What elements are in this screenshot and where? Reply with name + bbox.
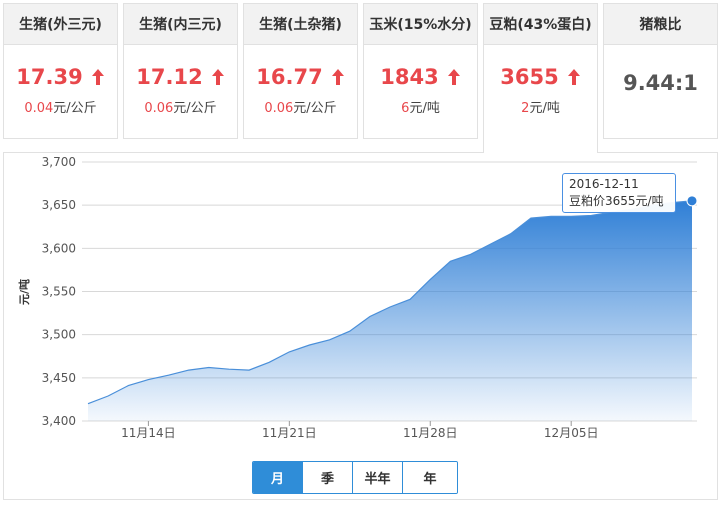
y-tick-label: 3,400 bbox=[42, 414, 76, 428]
chart-tooltip: 2016-12-11 豆粕价3655元/吨 bbox=[562, 173, 676, 213]
range-quarter-button[interactable]: 季 bbox=[303, 462, 353, 493]
y-tick-label: 3,500 bbox=[42, 328, 76, 342]
hover-point[interactable] bbox=[686, 195, 698, 207]
x-tick-label: 11月28日 bbox=[403, 426, 458, 440]
y-tick-label: 3,600 bbox=[42, 241, 76, 255]
tooltip-date: 2016-12-11 bbox=[569, 177, 639, 191]
range-year-button[interactable]: 年 bbox=[403, 462, 457, 493]
x-tick-label: 12月05日 bbox=[544, 426, 599, 440]
tooltip-value: 豆粕价3655元/吨 bbox=[569, 194, 664, 208]
y-tick-label: 3,450 bbox=[42, 371, 76, 385]
series-area bbox=[88, 200, 692, 421]
price-chart: 3,400 3,450 3,500 3,550 3,600 3,650 3,700 11月14… bbox=[17, 155, 698, 440]
range-half-year-button[interactable]: 半年 bbox=[353, 462, 403, 493]
range-month-button[interactable]: 月 bbox=[253, 462, 303, 493]
y-axis-label: 元/吨 bbox=[17, 279, 31, 305]
y-tick-label: 3,700 bbox=[42, 155, 76, 169]
x-tick-label: 11月21日 bbox=[262, 426, 317, 440]
y-tick-label: 3,550 bbox=[42, 285, 76, 299]
range-selector: 月 季 半年 年 bbox=[252, 461, 458, 494]
y-tick-label: 3,650 bbox=[42, 198, 76, 212]
x-tick-label: 11月14日 bbox=[121, 426, 176, 440]
